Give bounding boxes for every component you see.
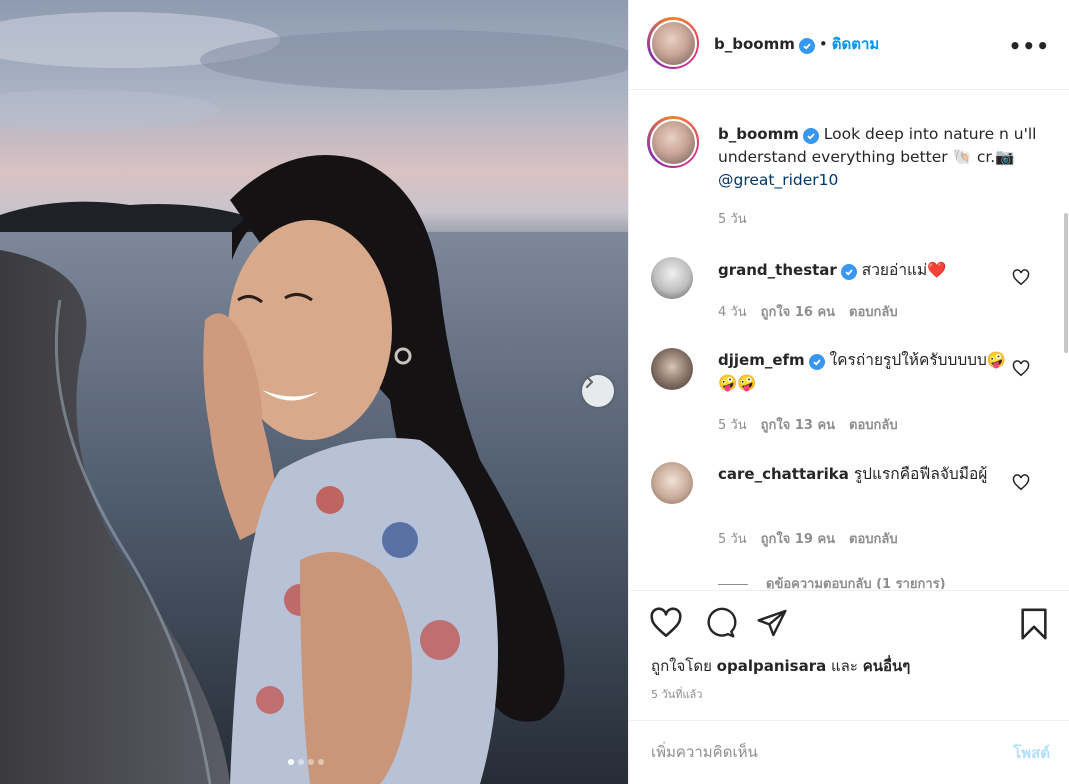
comment-meta: 5 วัน ถูกใจ 19 คน ตอบกลับ [718, 528, 912, 549]
comment-username[interactable]: djjem_efm [718, 351, 805, 369]
more-options-icon[interactable]: ••• [1009, 34, 1050, 58]
liked-by-others[interactable]: คนอื่นๆ [863, 657, 911, 675]
carousel-dot [308, 759, 314, 765]
view-replies-label: ดูข้อความตอบกลับ (1 รายการ) [766, 577, 946, 589]
save-bookmark-icon[interactable] [1019, 607, 1049, 641]
verified-badge-icon [798, 38, 815, 54]
comment-username[interactable]: care_chattarika [718, 465, 849, 483]
likes-prefix: ถูกใจโดย [651, 657, 712, 675]
post-side-panel: b_boomm • ติดตาม ••• b_boomm Look deep int… [628, 0, 1069, 784]
author-username[interactable]: b_boomm [714, 35, 795, 53]
comment-time[interactable]: 5 วัน [718, 532, 747, 547]
likes-summary: ถูกใจโดย opalpanisara และ คนอื่นๆ [651, 654, 910, 678]
share-send-icon[interactable] [755, 607, 789, 639]
reply-button[interactable]: ตอบกลับ [849, 532, 898, 547]
carousel-dot [288, 759, 294, 765]
like-comment-heart-icon[interactable] [1012, 269, 1030, 286]
comment-body: care_chattarika รูปแรกคือฟีลจับมือผู้ [718, 463, 1008, 486]
comment-likes[interactable]: ถูกใจ 19 คน [761, 532, 835, 547]
post-header: b_boomm • ติดตาม ••• [629, 0, 1069, 90]
comments-scrollbar[interactable] [1064, 213, 1068, 353]
verified-badge-icon [802, 128, 819, 144]
comment-likes[interactable]: ถูกใจ 13 คน [761, 418, 835, 433]
replies-divider-line [718, 584, 748, 585]
comment-body: grand_thestar สวยอ่าแม่❤️ [718, 259, 1008, 282]
like-comment-heart-icon[interactable] [1012, 360, 1030, 377]
like-comment-heart-icon[interactable] [1012, 474, 1030, 491]
liked-by-user[interactable]: opalpanisara [717, 657, 827, 675]
author-avatar[interactable] [647, 17, 699, 69]
post-timestamp[interactable]: 5 วันที่แล้ว [651, 685, 702, 703]
verified-badge-icon [808, 354, 825, 370]
separator-dot: • [818, 35, 828, 53]
post-actions: ถูกใจโดย opalpanisara และ คนอื่นๆ 5 วันท… [629, 590, 1069, 710]
post-comment-button[interactable]: โพสต์ [1013, 741, 1050, 765]
carousel-dot [298, 759, 304, 765]
caption-avatar[interactable] [647, 116, 699, 168]
add-comment-bar: โพสต์ [629, 720, 1069, 784]
caption-text-block: b_boomm Look deep into nature n u'll und… [718, 123, 1038, 192]
comment-avatar[interactable] [651, 257, 693, 299]
follow-button[interactable]: ติดตาม [832, 35, 880, 53]
comments-list[interactable]: b_boomm Look deep into nature n u'll und… [629, 91, 1069, 589]
likes-conj: และ [831, 657, 858, 675]
caption-mention-link[interactable]: @great_rider10 [718, 171, 838, 189]
view-replies-button[interactable]: ดูข้อความตอบกลับ (1 รายการ) [718, 573, 946, 589]
comment-text: รูปแรกคือฟีลจับมือผู้ [853, 465, 988, 483]
carousel-next-button[interactable] [582, 375, 614, 407]
reply-button[interactable]: ตอบกลับ [849, 418, 898, 433]
photo-illustration [0, 12, 628, 784]
header-user: b_boomm • ติดตาม [714, 32, 879, 56]
chevron-right-icon [585, 375, 594, 389]
post-photo[interactable] [0, 0, 628, 784]
comment-meta: 5 วัน ถูกใจ 13 คน ตอบกลับ [718, 414, 912, 435]
verified-badge-icon [840, 264, 857, 280]
like-heart-icon[interactable] [649, 607, 683, 639]
comment-text: สวยอ่าแม่❤️ [861, 261, 947, 279]
carousel-indicator [288, 759, 324, 765]
comment-bubble-icon[interactable] [703, 607, 737, 639]
comment-meta: 4 วัน ถูกใจ 16 คน ตอบกลับ [718, 301, 912, 322]
caption-username[interactable]: b_boomm [718, 125, 799, 143]
comment-avatar[interactable] [651, 348, 693, 390]
comment-username[interactable]: grand_thestar [718, 261, 837, 279]
carousel-dot [318, 759, 324, 765]
comment-avatar[interactable] [651, 462, 693, 504]
reply-button[interactable]: ตอบกลับ [849, 305, 898, 320]
comment-time[interactable]: 4 วัน [718, 305, 747, 320]
caption-time[interactable]: 5 วัน [718, 208, 747, 229]
comment-body: djjem_efm ใครถ่ายรูปให้ครับบบบบ🤪🤪🤪 [718, 349, 1008, 395]
comment-time[interactable]: 5 วัน [718, 418, 747, 433]
comment-input[interactable] [651, 739, 981, 765]
comment-likes[interactable]: ถูกใจ 16 คน [761, 305, 835, 320]
